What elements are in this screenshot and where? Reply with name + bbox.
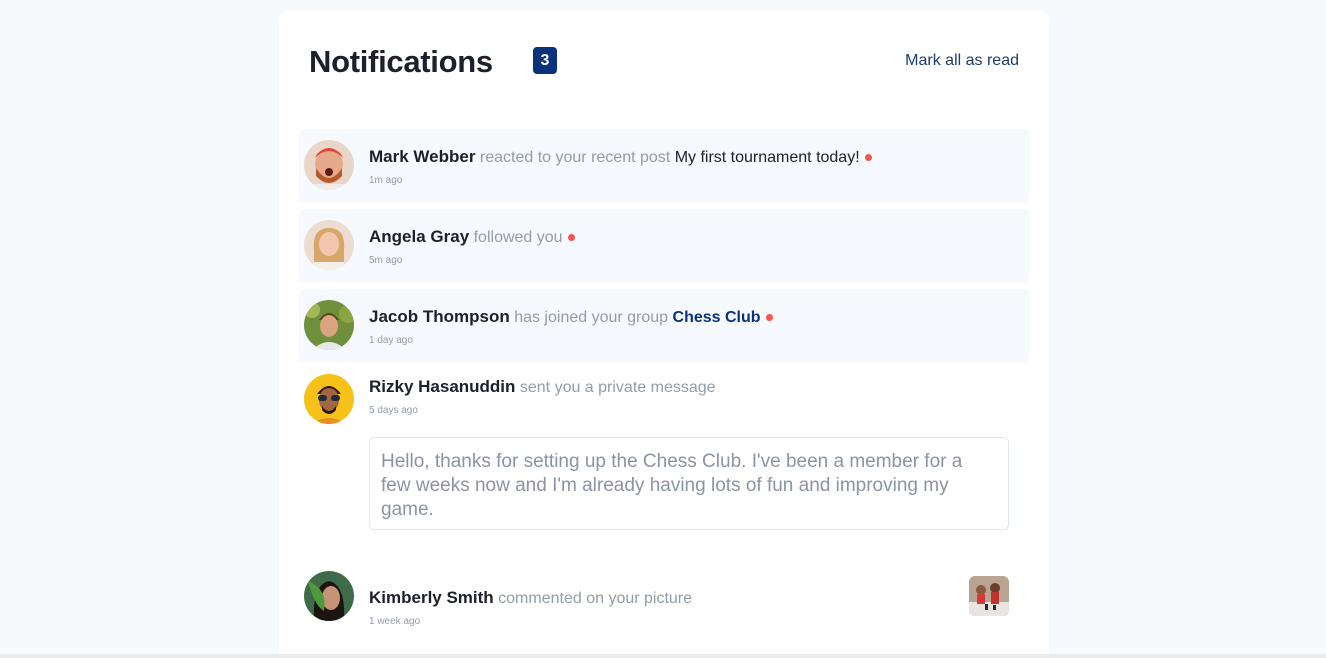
user-name[interactable]: Jacob Thompson <box>369 307 510 326</box>
unread-count-badge: 3 <box>533 47 557 74</box>
notification-action: commented on your picture <box>498 590 693 607</box>
avatar[interactable] <box>304 300 354 350</box>
notification-action: followed you <box>473 229 563 246</box>
notification-time: 5 days ago <box>369 405 418 416</box>
notification-action: has joined your group <box>514 309 669 326</box>
notifications-header: Notifications 3 Mark all as read <box>309 41 1019 83</box>
notification-text: Angela Gray followed you <box>369 227 575 247</box>
notification-time: 1m ago <box>369 175 403 186</box>
mark-all-as-read-link[interactable]: Mark all as read <box>905 52 1019 70</box>
user-name[interactable]: Mark Webber <box>369 147 475 166</box>
notification-item[interactable]: Rizky Hasanuddin sent you a private mess… <box>299 362 1029 436</box>
avatar[interactable] <box>304 374 354 424</box>
avatar[interactable] <box>304 571 354 621</box>
notification-action: sent you a private message <box>519 379 716 396</box>
notification-action: reacted to your recent post <box>479 149 671 166</box>
unread-dot <box>765 314 773 322</box>
notification-item[interactable]: Jacob Thompson has joined your group Che… <box>299 289 1029 363</box>
notification-time: 1 day ago <box>369 335 413 346</box>
notification-item[interactable]: Angela Gray followed you 5m ago <box>299 209 1029 283</box>
user-name[interactable]: Kimberly Smith <box>369 588 494 607</box>
notifications-card: Notifications 3 Mark all as read Mark We… <box>279 11 1049 658</box>
avatar[interactable] <box>304 140 354 190</box>
unread-dot <box>567 234 575 242</box>
commented-picture-thumbnail[interactable] <box>969 576 1009 616</box>
unread-dot <box>864 154 872 162</box>
user-name[interactable]: Angela Gray <box>369 227 469 246</box>
notification-text: Rizky Hasanuddin sent you a private mess… <box>369 377 716 397</box>
notification-text: Kimberly Smith commented on your picture <box>369 588 692 608</box>
notification-text: Mark Webber reacted to your recent post … <box>369 147 872 167</box>
user-name[interactable]: Rizky Hasanuddin <box>369 377 515 396</box>
group-link[interactable]: Chess Club <box>673 309 761 326</box>
page-bottom-border <box>0 654 1326 658</box>
notification-time: 5m ago <box>369 255 403 266</box>
notification-item[interactable]: Kimberly Smith commented on your picture… <box>299 566 1029 640</box>
avatar[interactable] <box>304 220 354 270</box>
notification-text: Jacob Thompson has joined your group Che… <box>369 307 773 327</box>
notification-item[interactable]: Mark Webber reacted to your recent post … <box>299 129 1029 203</box>
notification-time: 1 week ago <box>369 616 421 627</box>
private-message-preview[interactable]: Hello, thanks for setting up the Chess C… <box>369 437 1009 530</box>
post-link[interactable]: My first tournament today! <box>675 149 860 166</box>
page-title: Notifications <box>309 44 493 79</box>
